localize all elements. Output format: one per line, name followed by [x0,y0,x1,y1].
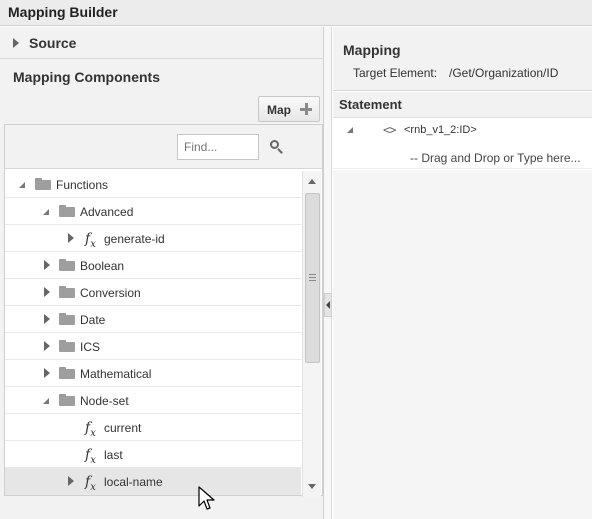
tree-row-functions[interactable]: Functions [5,171,301,198]
window-title: Mapping Builder [8,4,118,20]
components-tree-panel: Functions Advanced fx generate-id Boolea… [4,124,323,497]
mapping-components-title: Mapping Components [13,69,160,85]
tree-row-conversion[interactable]: Conversion [5,279,301,306]
statement-empty-area [333,170,592,519]
expand-triangle-icon[interactable] [44,287,50,297]
mouse-cursor-icon [198,486,215,510]
find-bar [5,125,322,169]
map-button-label: Map [267,103,291,117]
tree-row-label: last [104,448,123,462]
statement-header: Statement [333,92,592,118]
tree-row-label: Advanced [80,205,134,219]
tree-row-node-set[interactable]: Node-set [5,387,301,414]
folder-icon [59,367,75,379]
plus-icon [299,102,313,116]
folder-icon [59,205,75,217]
collapse-triangle-icon[interactable] [347,127,353,133]
tree-row-local-name[interactable]: fx local-name [5,468,301,495]
fx-function-icon: fx [85,447,96,466]
chevron-left-icon [326,301,330,309]
tree-row-label: generate-id [104,232,165,246]
folder-icon [59,340,75,352]
fx-function-icon: fx [85,474,96,493]
target-element-value: /Get/Organization/ID [449,66,559,80]
tree-row-label: Node-set [80,394,129,408]
tree-row-label: Boolean [80,259,125,273]
tree-row-advanced[interactable]: Advanced [5,198,301,225]
expand-triangle-icon[interactable] [44,260,50,270]
fx-function-icon: fx [85,420,96,439]
expand-triangle-icon[interactable] [68,233,74,243]
tree-row-label: Mathematical [80,367,152,381]
mapping-title: Mapping [343,42,401,58]
expand-triangle-icon[interactable] [44,368,50,378]
mapping-header: Mapping Target Element: /Get/Organizatio… [333,27,592,91]
tree-row-date[interactable]: Date [5,306,301,333]
tree-row-generate-id[interactable]: fx generate-id [5,225,301,252]
tree-row-boolean[interactable]: Boolean [5,252,301,279]
tree-row-label: Date [80,313,106,327]
tree-row-label: ICS [80,340,101,354]
components-tree: Functions Advanced fx generate-id Boolea… [5,171,301,497]
find-input[interactable] [177,134,259,160]
tree-row-current[interactable]: fx current [5,414,301,441]
splitter-collapse-handle[interactable] [324,293,332,317]
pane-splitter[interactable] [324,27,332,519]
fx-function-icon: fx [85,231,96,250]
expand-triangle-icon[interactable] [44,314,50,324]
source-label: Source [29,35,77,51]
statement-title: Statement [339,97,402,112]
tree-row-label: Functions [56,178,109,192]
source-section-header[interactable]: Source [0,27,324,59]
target-element-label: Target Element: [353,66,438,80]
collapse-triangle-icon[interactable] [43,398,49,404]
scroll-down-arrow-icon[interactable] [308,484,316,489]
target-element-tag: <rnb_v1_2:ID> [404,124,477,136]
folder-icon [59,394,75,406]
scrollbar-thumb[interactable] [305,193,320,363]
title-bar: Mapping Builder [0,0,592,26]
tree-row-mathematical[interactable]: Mathematical [5,360,301,387]
collapse-triangle-icon[interactable] [19,182,25,188]
right-pane: Mapping Target Element: /Get/Organizatio… [333,27,592,519]
scroll-up-arrow-icon[interactable] [308,179,316,184]
tree-row-ics[interactable]: ICS [5,333,301,360]
search-icon[interactable] [269,139,285,155]
tree-row-last[interactable]: fx last [5,441,301,468]
folder-icon [59,313,75,325]
folder-icon [59,286,75,298]
drop-zone-hint[interactable]: -- Drag and Drop or Type here... [410,151,581,165]
left-pane: Source Mapping Components Map Functions … [0,27,324,519]
folder-icon [59,259,75,271]
expand-triangle-icon[interactable] [68,476,74,486]
tree-row-label: Conversion [80,286,141,300]
code-brackets-icon: <> [383,123,396,137]
tree-scrollbar[interactable] [302,171,321,497]
expand-triangle-icon[interactable] [13,38,19,48]
collapse-triangle-icon[interactable] [43,209,49,215]
expand-triangle-icon[interactable] [44,341,50,351]
tree-row-label: current [104,421,142,435]
folder-icon [35,178,51,190]
tree-row-label: local-name [104,475,163,489]
map-button[interactable]: Map [258,96,320,122]
statement-editor[interactable]: <> <rnb_v1_2:ID> -- Drag and Drop or Typ… [333,119,592,169]
